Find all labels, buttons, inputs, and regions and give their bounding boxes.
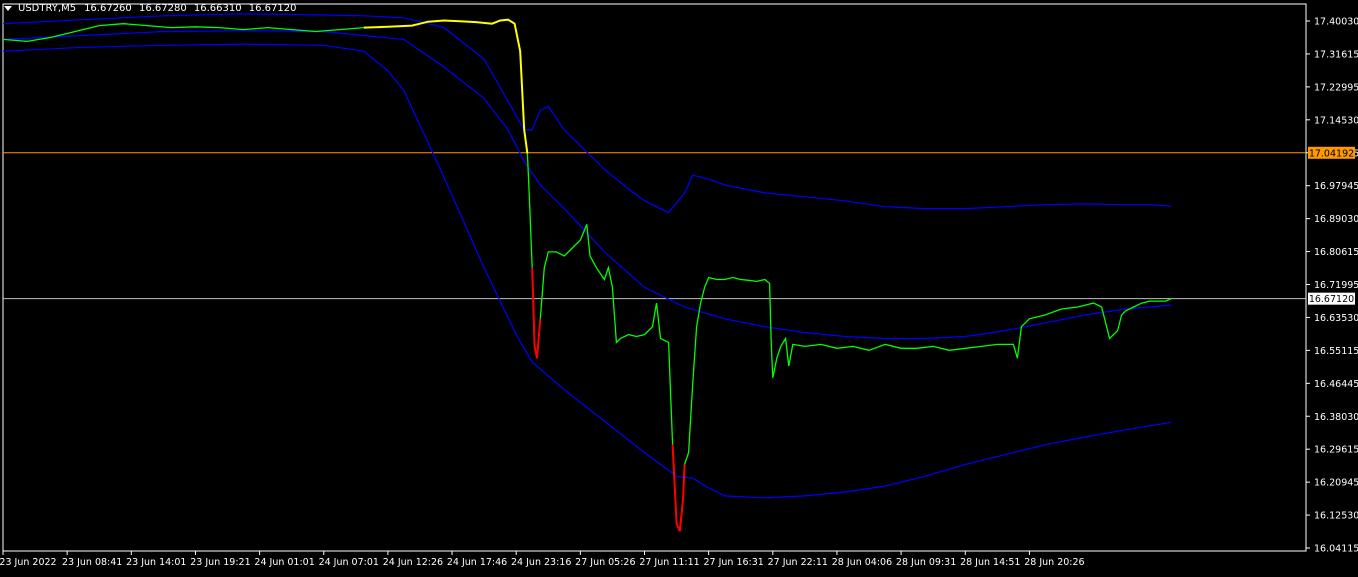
x-tick-label: 23 Jun 2022 [0,557,57,568]
x-tick-label: 23 Jun 14:01 [126,557,186,568]
high-price: 16.67280 [138,3,187,14]
x-tick-label: 28 Jun 09:31 [896,557,956,568]
dropdown-triangle-icon[interactable] [4,6,12,11]
symbol-header: USDTRY,M5 16.67260 16.67280 16.66310 16.… [4,3,297,14]
y-tick-label: 16.38030 [1314,412,1358,423]
y-tick-label: 16.55115 [1314,346,1358,357]
y-tick-label: 16.97945 [1314,181,1358,192]
current-price-label: 16.67120 [1309,294,1354,305]
y-tick-label: 17.31615 [1314,49,1358,60]
upper-band-line [2,13,1172,214]
x-tick-label: 23 Jun 08:41 [62,557,122,568]
x-tick-label: 24 Jun 23:16 [511,557,571,568]
price-line-fast-segment [363,18,529,154]
price-line [2,19,1172,532]
x-tick-label: 28 Jun 04:06 [832,557,892,568]
x-tick-label: 24 Jun 01:01 [254,557,314,568]
x-tick-label: 28 Jun 14:51 [960,557,1020,568]
y-tick-label: 17.40030 [1314,17,1358,28]
level-price-label: 17.04192 [1309,148,1354,159]
y-tick-label: 17.14530 [1314,115,1358,126]
x-tick-label: 27 Jun 16:31 [703,557,763,568]
x-tick-label: 24 Jun 07:01 [319,557,379,568]
y-tick-label: 16.04115 [1314,544,1358,555]
y-tick-label: 16.63530 [1314,313,1358,324]
price-line-drop-segment [671,444,686,532]
x-tick-label: 23 Jun 19:21 [190,557,250,568]
low-price: 16.66310 [193,3,242,14]
close-price: 16.67120 [248,3,297,14]
y-tick-label: 16.46445 [1314,379,1358,390]
y-tick-label: 16.71995 [1314,280,1358,291]
open-price: 16.67260 [84,3,132,14]
price-line-drop-segment [531,267,542,359]
middle-band-line [2,30,1172,340]
x-tick-label: 24 Jun 12:26 [383,557,443,568]
price-chart[interactable]: 17.4003017.3161517.2299517.1453017.06115… [0,0,1358,573]
y-tick-label: 16.29615 [1314,445,1358,456]
y-tick-label: 16.12530 [1314,511,1358,522]
symbol-label: USDTRY,M5 [18,3,77,14]
x-tick-label: 28 Jun 20:26 [1024,557,1084,568]
x-tick-label: 24 Jun 17:46 [447,557,507,568]
x-tick-label: 27 Jun 05:26 [575,557,635,568]
plot-frame [2,3,1307,552]
y-tick-label: 16.80615 [1314,247,1358,258]
x-tick-label: 27 Jun 22:11 [768,557,828,568]
y-tick-label: 17.22995 [1314,82,1358,93]
y-tick-label: 16.89030 [1314,214,1358,225]
lower-band-line [2,43,1172,499]
x-tick-label: 27 Jun 11:11 [639,557,699,568]
chart-canvas[interactable]: 17.4003017.3161517.2299517.1453017.06115… [0,0,1358,573]
y-tick-label: 16.20945 [1314,478,1358,489]
